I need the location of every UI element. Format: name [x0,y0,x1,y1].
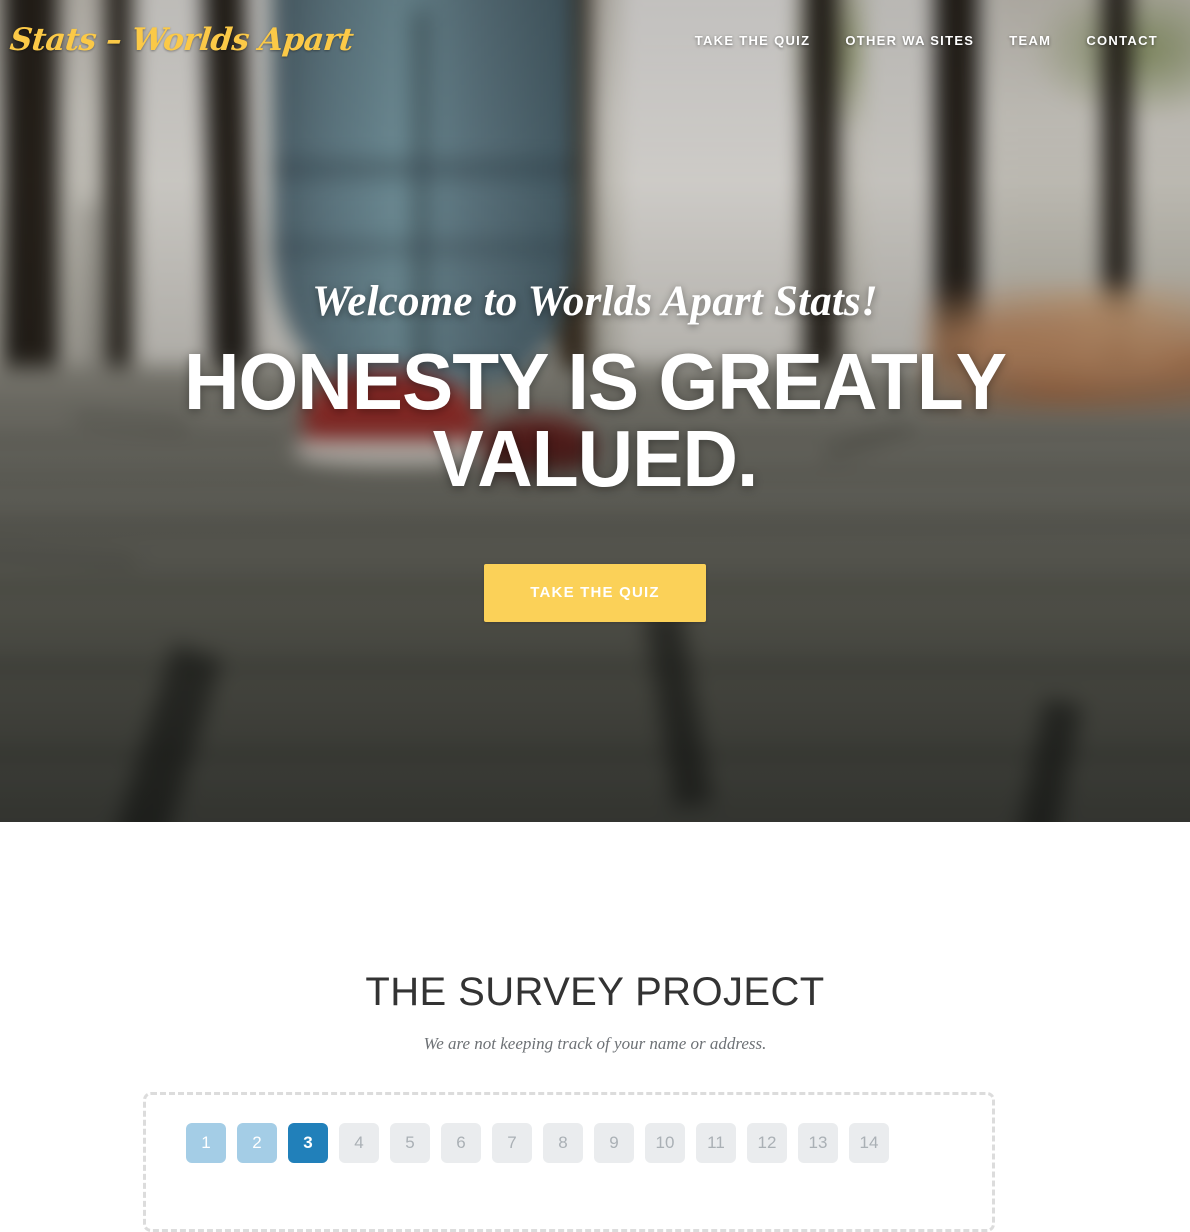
survey-step-9[interactable]: 9 [594,1123,634,1163]
survey-step-14[interactable]: 14 [849,1123,889,1163]
site-logo[interactable]: Stats – Worlds Apart [8,22,355,58]
nav-other-wa-sites[interactable]: OTHER WA SITES [845,33,974,48]
hero-section: Stats – Worlds Apart TAKE THE QUIZ OTHER… [0,0,1190,822]
survey-step-2[interactable]: 2 [237,1123,277,1163]
site-header: Stats – Worlds Apart TAKE THE QUIZ OTHER… [0,0,1190,80]
survey-step-6[interactable]: 6 [441,1123,481,1163]
nav-team[interactable]: TEAM [1009,33,1051,48]
survey-step-8[interactable]: 8 [543,1123,583,1163]
hero-headline: HONESTY IS GREATLY VALUED. [183,337,1007,504]
survey-panel: 1 2 3 4 5 6 7 8 9 10 11 12 13 14 [143,1092,995,1232]
survey-step-11[interactable]: 11 [696,1123,736,1163]
survey-step-10[interactable]: 10 [645,1123,685,1163]
nav-take-the-quiz[interactable]: TAKE THE QUIZ [695,33,811,48]
take-the-quiz-button[interactable]: TAKE THE QUIZ [484,563,706,622]
survey-title: THE SURVEY PROJECT [365,970,825,1014]
survey-step-12[interactable]: 12 [747,1123,787,1163]
survey-subtitle: We are not keeping track of your name or… [423,1034,767,1053]
survey-step-3[interactable]: 3 [288,1123,328,1163]
survey-step-5[interactable]: 5 [390,1123,430,1163]
hero-content: Welcome to Worlds Apart Stats! HONESTY I… [0,0,1190,822]
survey-header: THE SURVEY PROJECT We are not keeping tr… [0,822,1190,1054]
survey-step-1[interactable]: 1 [186,1123,226,1163]
survey-step-4[interactable]: 4 [339,1123,379,1163]
nav-contact[interactable]: CONTACT [1086,33,1158,48]
survey-step-pagination: 1 2 3 4 5 6 7 8 9 10 11 12 13 14 [186,1123,889,1163]
survey-step-13[interactable]: 13 [798,1123,838,1163]
main-navigation: TAKE THE QUIZ OTHER WA SITES TEAM CONTAC… [695,33,1158,48]
survey-step-7[interactable]: 7 [492,1123,532,1163]
hero-kicker: Welcome to Worlds Apart Stats! [312,278,878,325]
